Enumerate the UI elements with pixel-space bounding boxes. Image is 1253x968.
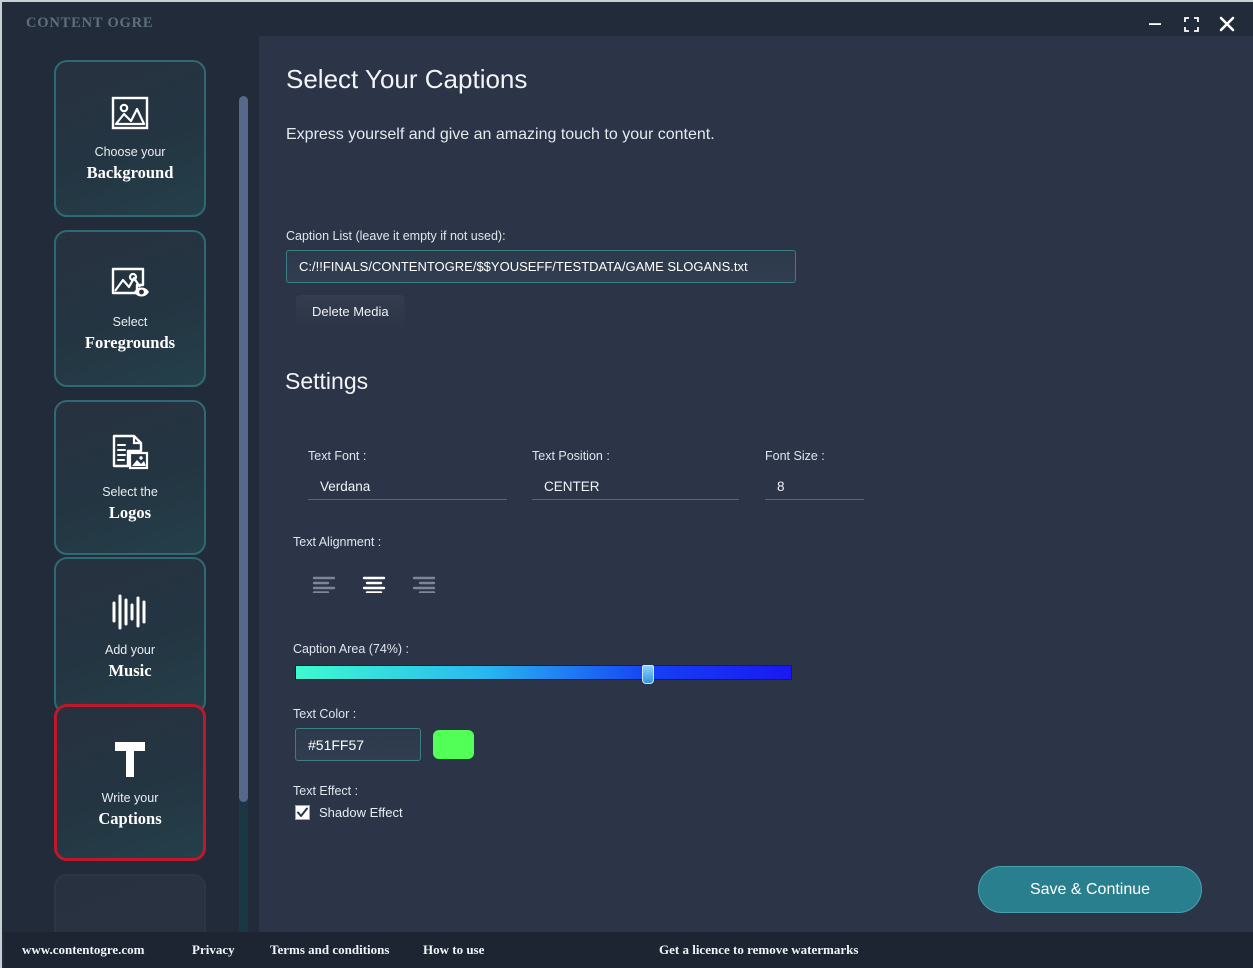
image-eye-icon	[107, 265, 153, 305]
footer-link-terms[interactable]: Terms and conditions	[270, 942, 389, 958]
page-title: Select Your Captions	[286, 64, 528, 94]
caption-area-slider-thumb[interactable]	[641, 665, 654, 684]
footer: www.contentogre.com Privacy Terms and co…	[4, 932, 1253, 968]
delete-media-button[interactable]: Delete Media	[296, 295, 405, 328]
text-position-input[interactable]	[532, 479, 739, 500]
maximize-icon	[1183, 16, 1199, 32]
caption-list-label: Caption List (leave it empty if not used…	[286, 229, 506, 243]
settings-heading: Settings	[285, 368, 369, 394]
font-size-group: Font Size :	[765, 449, 864, 500]
text-t-icon	[107, 737, 153, 781]
footer-link-licence[interactable]: Get a licence to remove watermarks	[659, 942, 858, 958]
sidebar-item-music[interactable]: Add your Music	[54, 557, 206, 714]
text-color-swatch[interactable]	[433, 730, 474, 759]
text-effect-label: Text Effect :	[293, 784, 359, 798]
image-frame-icon	[108, 95, 152, 135]
minimize-icon	[1149, 23, 1161, 25]
text-alignment-label: Text Alignment :	[293, 535, 382, 549]
maximize-button[interactable]	[1178, 11, 1204, 37]
main-panel: Select Your Captions Express yourself an…	[259, 36, 1253, 934]
sidebar-item-line1: Add your	[104, 642, 156, 657]
caption-area-slider-track[interactable]	[295, 665, 792, 680]
checkmark-icon	[297, 807, 308, 817]
align-center-icon[interactable]	[362, 575, 386, 598]
save-continue-button[interactable]: Save & Continue	[978, 866, 1202, 913]
application-window: CONTENT OGRE Choose your Background Sele…	[0, 0, 1253, 968]
sidebar-item-line2: Music	[108, 660, 152, 680]
caption-area-label: Caption Area (74%) :	[293, 642, 410, 656]
sidebar-item-line1: Select	[112, 314, 148, 329]
sidebar-item-line2: Background	[86, 162, 174, 182]
close-icon	[1219, 16, 1235, 32]
sidebar-item-line2: Captions	[98, 808, 162, 828]
sidebar-scrollbar-thumb[interactable]	[239, 96, 248, 802]
page-subtitle: Express yourself and give an amazing tou…	[286, 126, 715, 143]
shadow-effect-label: Shadow Effect	[319, 805, 403, 820]
sidebar-item-video[interactable]	[54, 874, 206, 934]
footer-link-privacy[interactable]: Privacy	[192, 942, 235, 958]
document-image-icon	[108, 433, 152, 475]
sidebar-item-line1: Choose your	[94, 144, 166, 159]
app-title: CONTENT OGRE	[26, 15, 154, 31]
audio-wave-icon	[107, 591, 153, 633]
sidebar-item-line2: Logos	[108, 502, 152, 522]
title-bar: CONTENT OGRE	[2, 2, 1253, 36]
font-size-input[interactable]	[765, 479, 864, 500]
minimize-button[interactable]	[1142, 11, 1168, 37]
sidebar-item-captions[interactable]: Write your Captions	[54, 704, 206, 861]
text-color-label: Text Color :	[293, 707, 357, 721]
text-color-input[interactable]	[295, 728, 421, 761]
sidebar-item-line1: Select the	[102, 484, 158, 499]
shadow-effect-row: Shadow Effect	[295, 805, 403, 820]
align-right-icon[interactable]	[412, 575, 436, 598]
sidebar-item-foregrounds[interactable]: Select Foregrounds	[54, 230, 206, 387]
text-position-group: Text Position :	[532, 449, 739, 500]
caption-list-input[interactable]	[286, 250, 796, 283]
close-button[interactable]	[1214, 11, 1240, 37]
shadow-effect-checkbox[interactable]	[295, 805, 310, 820]
sidebar-item-line2: Foregrounds	[84, 332, 176, 352]
text-position-label: Text Position :	[532, 449, 610, 463]
sidebar-item-logos[interactable]: Select the Logos	[54, 400, 206, 555]
sidebar: Choose your Background Select Foreground…	[4, 36, 259, 934]
text-font-group: Text Font :	[308, 449, 507, 500]
text-font-input[interactable]	[308, 479, 507, 500]
footer-link-website[interactable]: www.contentogre.com	[22, 942, 145, 958]
sidebar-item-line1: Write your	[101, 790, 159, 805]
text-alignment-options	[312, 575, 436, 598]
text-font-label: Text Font :	[308, 449, 367, 463]
sidebar-item-background[interactable]: Choose your Background	[54, 60, 206, 217]
footer-link-how-to-use[interactable]: How to use	[423, 942, 484, 958]
font-size-label: Font Size :	[765, 449, 825, 463]
align-left-icon[interactable]	[312, 575, 336, 598]
